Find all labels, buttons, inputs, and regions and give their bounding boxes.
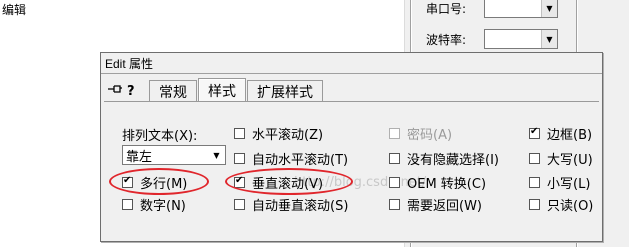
checkbox-box[interactable] <box>389 127 400 139</box>
checkbox-box[interactable] <box>234 198 245 210</box>
baud-combo[interactable]: ▼ <box>484 29 558 49</box>
tab-styles[interactable]: 样式 <box>198 78 246 102</box>
checkbox-box[interactable] <box>234 152 245 164</box>
checkbox-hscroll[interactable]: 水平滚动(Z) <box>234 124 324 143</box>
baud-label: 波特率: <box>426 32 467 47</box>
checkbox-label: 自动垂直滚动(S) <box>252 198 349 214</box>
checkbox-label: 大写(U) <box>547 152 593 168</box>
highlight-ellipse <box>225 168 353 195</box>
checkbox-box[interactable] <box>529 198 540 210</box>
checkbox-label: 小写(L) <box>547 176 591 192</box>
align-text-label: 排列文本(X): <box>122 129 198 144</box>
checkbox-number[interactable]: 数字(N) <box>122 195 186 214</box>
tab-label: 扩展样式 <box>257 84 313 101</box>
port-combo[interactable]: ▼ <box>484 0 558 18</box>
checkbox-oem-convert[interactable]: OEM 转换(C) <box>389 173 487 192</box>
highlight-ellipse <box>109 168 209 195</box>
chevron-down-icon[interactable]: ▼ <box>209 147 224 163</box>
tab-strip: ? 常规 样式 扩展样式 <box>107 78 324 102</box>
checkbox-label: OEM 转换(C) <box>407 176 487 192</box>
checkbox-readonly[interactable]: 只读(O) <box>529 195 594 214</box>
help-icon[interactable]: ? <box>127 84 139 99</box>
checkbox-no-hide-selection[interactable]: 没有隐藏选择(I) <box>389 149 499 168</box>
checkbox-box[interactable] <box>234 127 245 139</box>
dialog-title: Edit 属性 <box>105 56 154 71</box>
checkbox-lowercase[interactable]: 小写(L) <box>529 173 591 192</box>
checkbox-want-return[interactable]: 需要返回(W) <box>389 195 482 214</box>
editor-label: 编辑 <box>2 3 27 17</box>
dialog-titlebar[interactable]: Edit 属性 <box>101 53 602 74</box>
tab-label: 常规 <box>159 84 187 101</box>
checkbox-border[interactable]: 边框(B) <box>529 124 593 143</box>
checkbox-label: 密码(A) <box>407 127 453 143</box>
checkbox-box[interactable] <box>529 152 540 164</box>
baud-row: 波特率: ▼ <box>426 29 558 49</box>
tab-general[interactable]: 常规 <box>149 80 197 102</box>
checkbox-box[interactable] <box>122 198 133 210</box>
checkbox-label: 只读(O) <box>547 198 594 214</box>
checkbox-box[interactable] <box>529 126 540 139</box>
port-label: 串口号: <box>426 1 467 16</box>
checkbox-uppercase[interactable]: 大写(U) <box>529 149 593 168</box>
align-text-combo[interactable]: 靠左 ▼ <box>122 145 226 165</box>
checkbox-box[interactable] <box>389 152 400 164</box>
checkbox-box[interactable] <box>389 198 400 210</box>
edit-properties-dialog: Edit 属性 ? 常规 样式 扩展样式 排列文本(X): 靠左 ▼ http:… <box>100 52 603 242</box>
tab-extended-styles[interactable]: 扩展样式 <box>247 80 323 102</box>
port-row: 串口号: ▼ <box>426 0 558 18</box>
tab-label: 样式 <box>208 83 236 100</box>
align-text-value: 靠左 <box>126 149 153 165</box>
checkbox-label: 自动水平滚动(T) <box>252 152 349 168</box>
checkbox-label: 需要返回(W) <box>407 198 482 214</box>
checkbox-label: 数字(N) <box>140 198 186 214</box>
checkbox-password[interactable]: 密码(A) <box>389 124 453 143</box>
checkbox-box[interactable] <box>529 176 540 188</box>
checkbox-auto-hscroll[interactable]: 自动水平滚动(T) <box>234 149 349 168</box>
checkbox-auto-vscroll[interactable]: 自动垂直滚动(S) <box>234 195 349 214</box>
checkbox-box[interactable] <box>389 176 400 188</box>
chevron-down-icon[interactable]: ▼ <box>541 30 557 48</box>
checkbox-label: 水平滚动(Z) <box>252 127 324 143</box>
checkbox-label: 没有隐藏选择(I) <box>407 152 499 168</box>
chevron-down-icon[interactable]: ▼ <box>541 0 557 17</box>
pin-icon[interactable] <box>107 83 123 98</box>
checkbox-label: 边框(B) <box>547 127 593 143</box>
